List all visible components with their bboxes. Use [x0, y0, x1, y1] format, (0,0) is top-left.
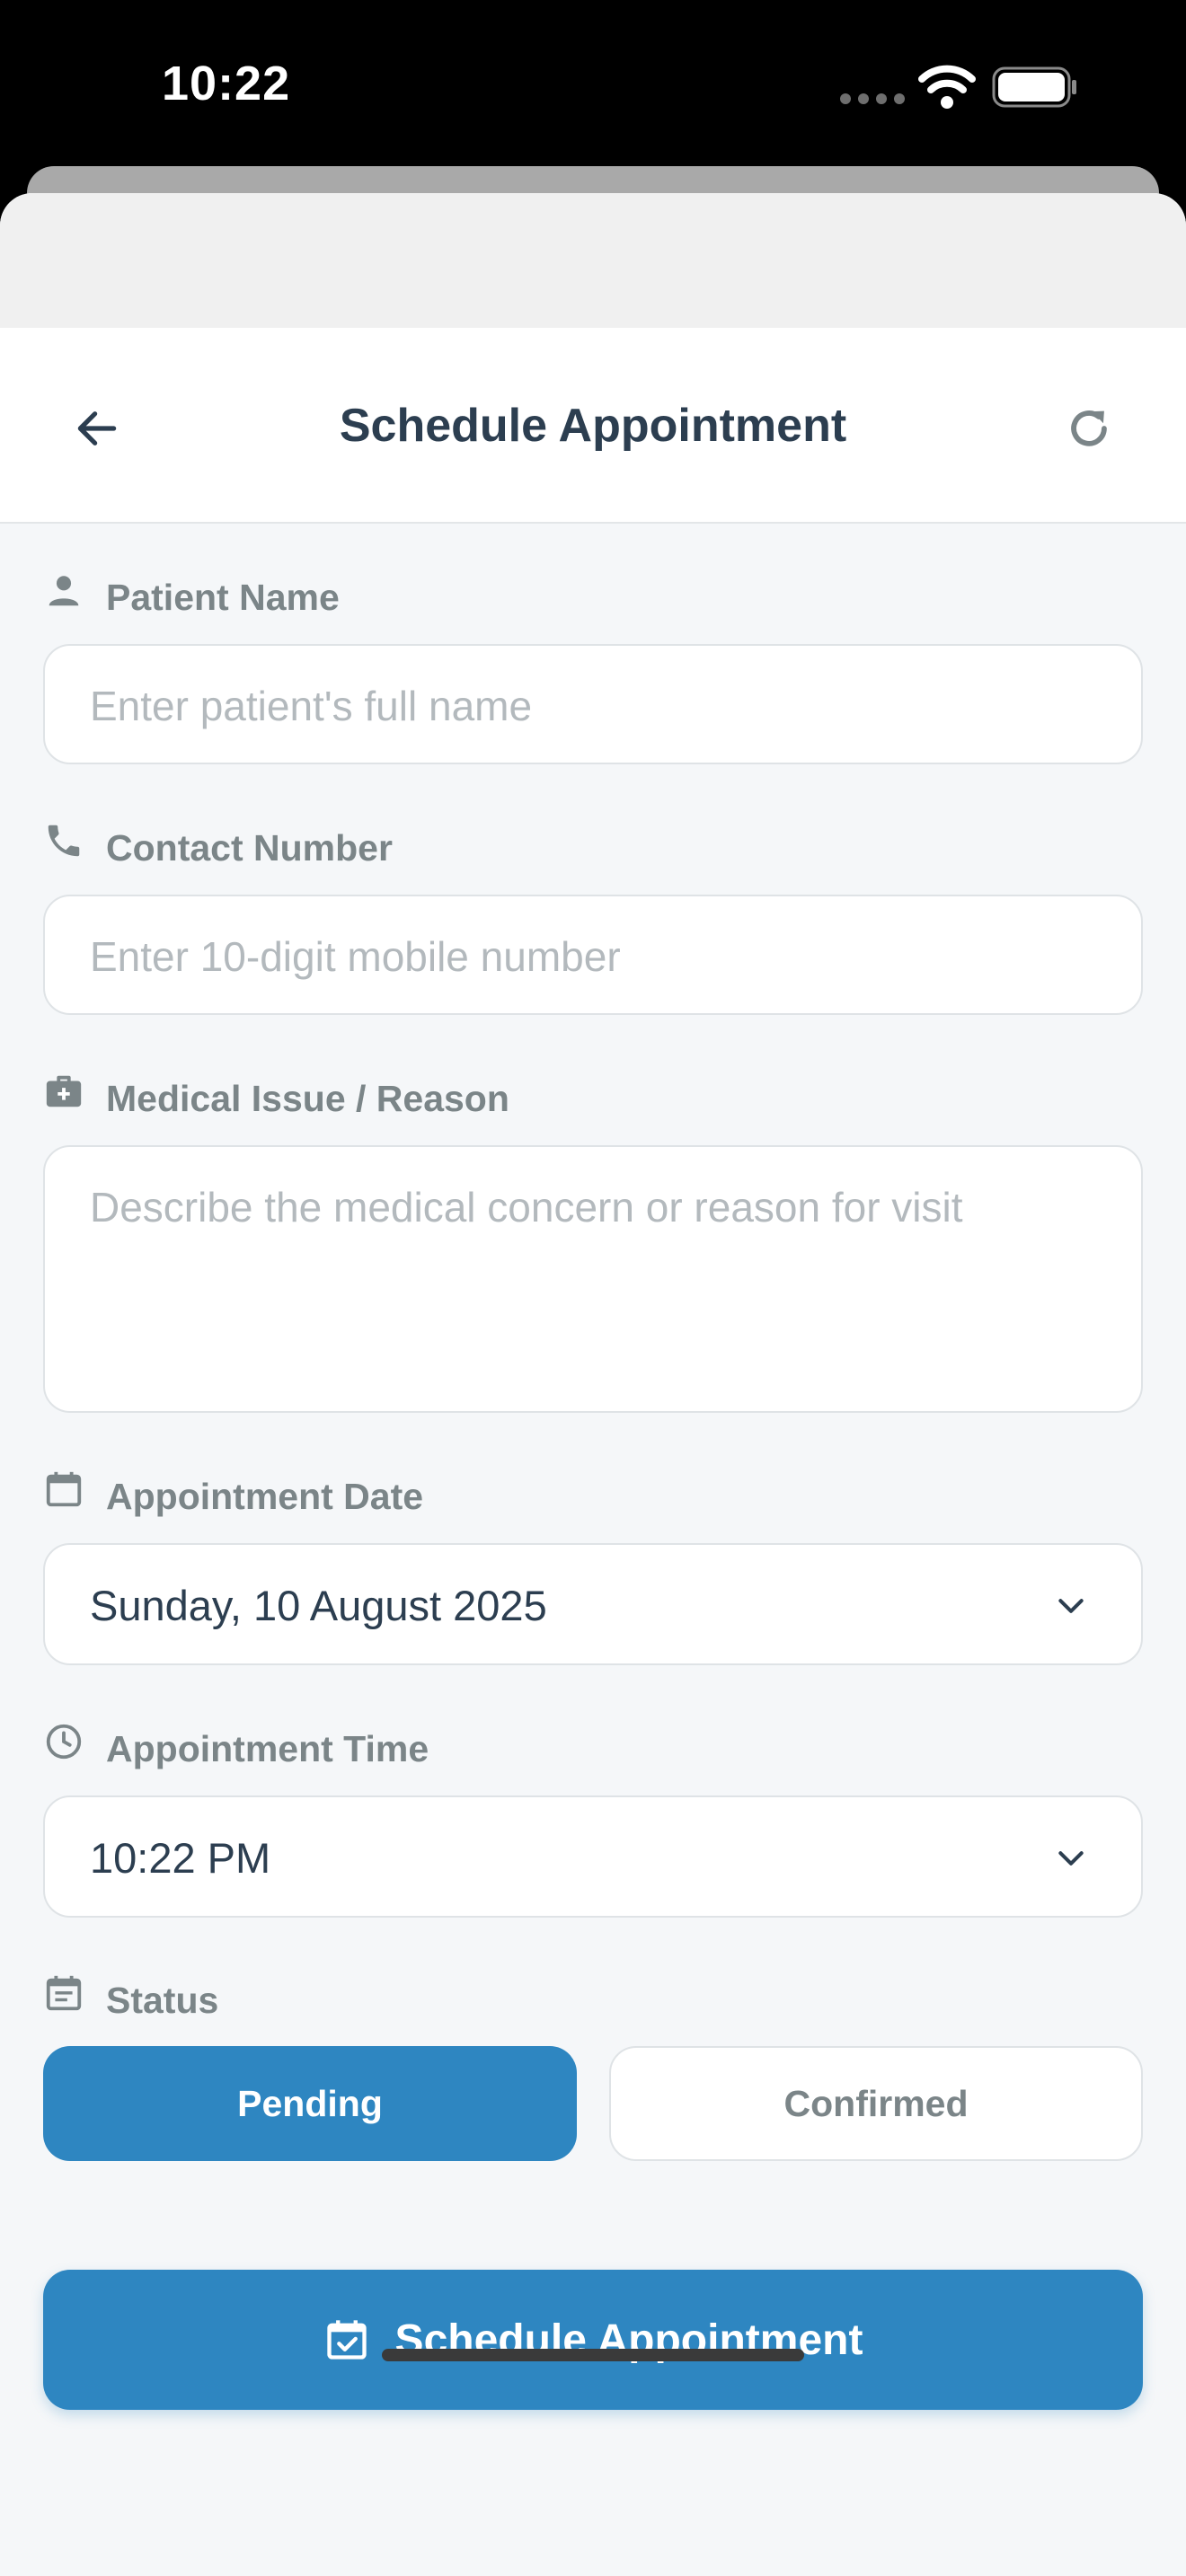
cellular-signal-icon	[840, 93, 905, 104]
contact-number-label: Contact Number	[43, 821, 393, 875]
status-confirmed-button[interactable]: Confirmed	[609, 2046, 1143, 2161]
patient-name-input[interactable]: Enter patient's full name	[43, 644, 1143, 764]
appointment-date-value: Sunday, 10 August 2025	[90, 1582, 547, 1629]
sheet-top-area	[0, 193, 1186, 328]
medical-issue-label: Medical Issue / Reason	[43, 1072, 509, 1125]
wifi-icon	[918, 65, 976, 109]
status-time: 10:22	[162, 57, 291, 110]
medical-issue-placeholder: Describe the medical concern or reason f…	[90, 1184, 963, 1231]
appointment-date-label: Appointment Date	[43, 1469, 423, 1523]
appointment-time-picker[interactable]: 10:22 PM	[43, 1795, 1143, 1918]
status-label: Status	[43, 1973, 218, 2027]
arrow-left-icon	[77, 411, 117, 446]
page-title: Schedule Appointment	[339, 400, 847, 452]
appointment-time-label: Appointment Time	[43, 1722, 429, 1776]
person-icon	[49, 576, 79, 606]
appointment-sheet: Schedule Appointment Patient Name Enter …	[0, 193, 1186, 2576]
appointment-time-value: 10:22 PM	[90, 1834, 271, 1882]
contact-number-placeholder: Enter 10-digit mobile number	[90, 933, 621, 980]
chevron-down-icon	[1058, 1599, 1084, 1613]
appointment-date-picker[interactable]: Sunday, 10 August 2025	[43, 1543, 1143, 1665]
status-bar: 10:22	[0, 0, 1186, 171]
clock-icon	[46, 1724, 82, 1760]
chevron-down-icon	[1058, 1851, 1084, 1866]
event-note-icon	[46, 1975, 82, 2011]
schedule-appointment-button[interactable]: Schedule Appointment	[43, 2270, 1143, 2410]
patient-name-placeholder: Enter patient's full name	[90, 683, 533, 729]
medical-bag-icon	[46, 1075, 82, 1107]
medical-issue-textarea[interactable]: Describe the medical concern or reason f…	[43, 1145, 1143, 1413]
patient-name-label: Patient Name	[43, 570, 340, 624]
refresh-button[interactable]	[1053, 393, 1125, 464]
home-indicator	[382, 2349, 804, 2361]
refresh-icon	[1071, 410, 1107, 446]
status-pending-button[interactable]: Pending	[43, 2046, 577, 2161]
back-button[interactable]	[61, 393, 133, 464]
battery-icon	[992, 66, 1076, 108]
calendar-check-icon	[326, 2320, 367, 2360]
phone-icon	[48, 825, 80, 857]
calendar-icon	[46, 1471, 82, 1507]
header-bar: Schedule Appointment	[0, 328, 1186, 524]
contact-number-input[interactable]: Enter 10-digit mobile number	[43, 895, 1143, 1015]
